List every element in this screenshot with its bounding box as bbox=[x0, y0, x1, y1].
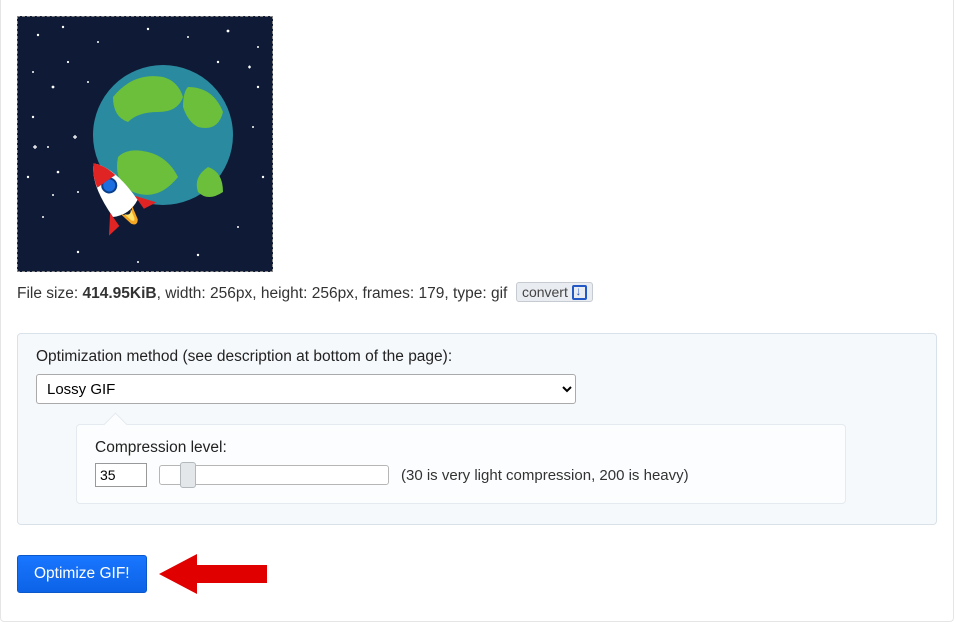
download-icon bbox=[572, 285, 587, 300]
file-type-label: , type: bbox=[444, 285, 491, 302]
optimization-method-label: Optimization method (see description at … bbox=[36, 348, 918, 366]
compression-level-label: Compression level: bbox=[95, 439, 827, 457]
compression-hint: (30 is very light compression, 200 is he… bbox=[401, 467, 689, 484]
attention-arrow-icon bbox=[159, 549, 269, 599]
file-size-value: 414.95KiB bbox=[82, 285, 156, 302]
optimizer-form: File size: 414.95KiB, width: 256px, heig… bbox=[0, 0, 954, 622]
optimization-method-select[interactable]: Lossy GIF bbox=[36, 374, 576, 404]
file-height-value: 256px bbox=[312, 285, 354, 302]
optimize-button[interactable]: Optimize GIF! bbox=[17, 555, 147, 593]
file-frames-label: , frames: bbox=[354, 285, 419, 302]
compression-level-slider[interactable] bbox=[159, 465, 389, 485]
convert-button[interactable]: convert bbox=[516, 282, 593, 302]
compression-subpanel: Compression level: (30 is very light com… bbox=[76, 424, 846, 504]
file-height-label: , height: bbox=[252, 285, 311, 302]
compression-level-input[interactable] bbox=[95, 463, 147, 487]
file-size-label: File size: bbox=[17, 285, 82, 302]
file-type-value: gif bbox=[491, 285, 507, 302]
file-width-value: 256px bbox=[210, 285, 252, 302]
options-panel: Optimization method (see description at … bbox=[17, 333, 937, 525]
slider-handle[interactable] bbox=[180, 462, 196, 488]
file-width-label: , width: bbox=[157, 285, 210, 302]
file-info: File size: 414.95KiB, width: 256px, heig… bbox=[17, 282, 937, 303]
file-frames-value: 179 bbox=[419, 285, 445, 302]
gif-preview bbox=[17, 16, 273, 272]
convert-label: convert bbox=[522, 284, 568, 300]
